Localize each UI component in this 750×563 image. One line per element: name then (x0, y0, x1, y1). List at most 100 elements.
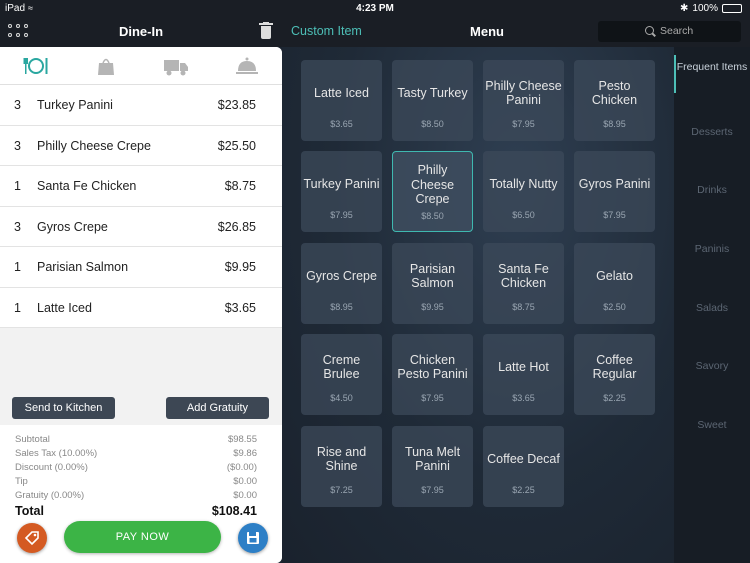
menu-item-name: Turkey Panini (303, 176, 380, 191)
item-quantity: 3 (14, 138, 21, 153)
search-input[interactable]: Search (598, 21, 741, 42)
menu-item-price: $2.50 (603, 302, 626, 312)
order-type-title[interactable]: Dine-In (0, 24, 282, 39)
pay-now-button[interactable]: PAY NOW (64, 521, 221, 553)
menu-item-name: Philly Cheese Crepe (410, 163, 455, 207)
item-name: Philly Cheese Crepe (37, 138, 151, 153)
menu-item-price: $3.65 (330, 119, 353, 129)
menu-item-name: Philly Cheese Panini (485, 78, 562, 108)
menu-item-tile[interactable]: Gyros Panini $7.95 (574, 151, 655, 232)
menu-item-price: $8.95 (603, 119, 626, 129)
order-bottom-bar: PAY NOW (0, 517, 282, 563)
menu-item-tile[interactable]: Latte Iced $3.65 (301, 60, 382, 141)
gratuity-row: Gratuity (0.00%) $0.00 (15, 490, 257, 501)
total-value: $108.41 (211, 504, 257, 518)
service-bell-icon (236, 57, 258, 74)
item-price: $25.50 (217, 138, 256, 153)
item-quantity: 3 (14, 98, 21, 112)
delivery-truck-icon (164, 60, 188, 76)
add-gratuity-button[interactable]: Add Gratuity (166, 397, 269, 419)
custom-item-button[interactable]: Custom Item (291, 24, 362, 38)
category-sidebar: Frequent Items Desserts Drinks Paninis S… (674, 47, 750, 563)
category-savory[interactable]: Savory (674, 360, 750, 373)
send-to-kitchen-button[interactable]: Send to Kitchen (12, 397, 115, 419)
menu-item-tile[interactable]: Parisian Salmon $9.95 (392, 243, 473, 324)
category-sweet[interactable]: Sweet (674, 419, 750, 432)
menu-item-name: Coffee Regular (592, 352, 637, 382)
menu-item-tile[interactable]: Pesto Chicken $8.95 (574, 60, 655, 141)
menu-item-name: Latte Hot (498, 359, 549, 374)
menu-item-price: $7.95 (603, 210, 626, 220)
item-name: Parisian Salmon (37, 260, 129, 274)
summary-label: Tip (15, 476, 28, 487)
item-name: Latte Iced (37, 300, 92, 315)
menu-item-name: Parisian Salmon (409, 261, 456, 291)
category-desserts[interactable]: Desserts (674, 126, 750, 139)
menu-item-tile[interactable]: Tasty Turkey $8.50 (392, 60, 473, 141)
order-item-row[interactable]: 3 Philly Cheese Crepe $25.50 (0, 126, 282, 166)
menu-item-name: Tasty Turkey (397, 85, 468, 100)
total-row: Total $108.41 (15, 504, 257, 518)
dine-in-tab[interactable] (23, 55, 49, 77)
menu-item-price: $2.25 (512, 485, 535, 495)
status-right: ✱ 100% (680, 3, 742, 14)
shopping-bag-icon (98, 58, 114, 75)
menu-item-price: $7.95 (330, 210, 353, 220)
menu-item-tile[interactable]: Philly Cheese Crepe $8.50 (392, 151, 473, 232)
menu-item-tile[interactable]: Rise and Shine $7.25 (301, 426, 382, 507)
item-price: $9.95 (224, 260, 256, 274)
menu-item-name: Latte Iced (314, 85, 369, 100)
menu-item-tile[interactable]: Gyros Crepe $8.95 (301, 243, 382, 324)
menu-item-name: Totally Nutty (489, 176, 558, 191)
menu-item-tile[interactable]: Latte Hot $3.65 (483, 334, 564, 415)
menu-item-tile[interactable]: Creme Brulee $4.50 (301, 334, 382, 415)
menu-item-tile[interactable]: Totally Nutty $6.50 (483, 151, 564, 232)
item-quantity: 1 (14, 300, 21, 315)
delivery-tab[interactable] (163, 55, 189, 77)
menu-item-price: $7.95 (421, 485, 444, 495)
coupon-button[interactable] (17, 523, 47, 553)
order-item-row[interactable]: 1 Santa Fe Chicken $8.75 (0, 166, 282, 207)
order-summary: Subtotal $98.55 Sales Tax (10.00%) $9.86… (0, 425, 282, 518)
order-item-row[interactable]: 1 Latte Iced $3.65 (0, 288, 282, 328)
category-salads[interactable]: Salads (674, 302, 750, 315)
subtotal-row: Subtotal $98.55 (15, 434, 257, 445)
menu-item-tile[interactable]: Gelato $2.50 (574, 243, 655, 324)
menu-item-name: Pesto Chicken (591, 78, 638, 108)
summary-label: Gratuity (0.00%) (15, 490, 85, 501)
menu-item-tile[interactable]: Santa Fe Chicken $8.75 (483, 243, 564, 324)
discount-row[interactable]: Discount (0.00%) ($0.00) (15, 462, 257, 473)
order-item-row[interactable]: 1 Parisian Salmon $9.95 (0, 247, 282, 288)
menu-item-name: Coffee Decaf (487, 451, 560, 466)
summary-label: Discount (0.00%) (15, 462, 88, 473)
menu-header: Custom Item Menu Search (282, 16, 750, 47)
menu-item-tile[interactable]: Chicken Pesto Panini $7.95 (392, 334, 473, 415)
menu-item-name: Rise and Shine (316, 444, 367, 474)
summary-label: Subtotal (15, 434, 50, 445)
menu-item-price: $4.50 (330, 393, 353, 403)
menu-item-tile[interactable]: Coffee Regular $2.25 (574, 334, 655, 415)
menu-item-tile[interactable]: Coffee Decaf $2.25 (483, 426, 564, 507)
trash-icon[interactable] (259, 22, 273, 40)
takeout-tab[interactable] (93, 55, 119, 77)
tip-row[interactable]: Tip $0.00 (15, 476, 257, 487)
item-name: Gyros Crepe (37, 219, 108, 234)
item-price: $23.85 (217, 98, 256, 112)
category-frequent-items[interactable]: Frequent Items (674, 61, 750, 74)
menu-item-tile[interactable]: Philly Cheese Panini $7.95 (483, 60, 564, 141)
search-placeholder: Search (660, 25, 694, 37)
menu-item-name: Creme Brulee (322, 352, 361, 382)
category-paninis[interactable]: Paninis (674, 243, 750, 256)
category-drinks[interactable]: Drinks (674, 184, 750, 197)
menu-item-price: $8.50 (421, 211, 444, 221)
order-item-row[interactable]: 3 Gyros Crepe $26.85 (0, 207, 282, 247)
menu-item-name: Gelato (596, 268, 633, 283)
order-item-row[interactable]: 3 Turkey Panini $23.85 (0, 85, 282, 126)
summary-value: $9.86 (233, 448, 257, 459)
catering-tab[interactable] (234, 55, 260, 77)
total-label: Total (15, 504, 44, 518)
menu-title: Menu (470, 24, 504, 39)
menu-item-tile[interactable]: Turkey Panini $7.95 (301, 151, 382, 232)
menu-item-tile[interactable]: Tuna Melt Panini $7.95 (392, 426, 473, 507)
save-order-button[interactable] (238, 523, 268, 553)
